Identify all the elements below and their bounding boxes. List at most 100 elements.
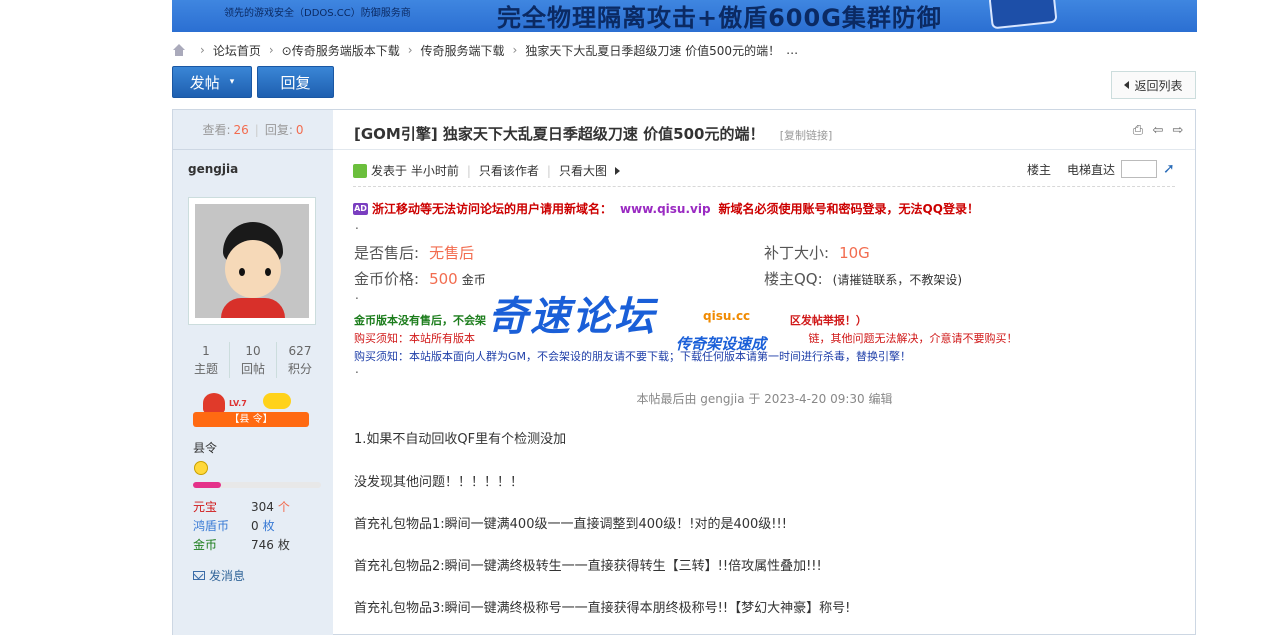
spec-label: 楼主QQ: [764, 270, 823, 288]
currency-row: 鸿盾币 0 枚 [193, 516, 323, 535]
copy-link-button[interactable]: [复制链接] [780, 129, 833, 142]
currency-row: 元宝 304 个 [193, 497, 323, 516]
currency-list: 元宝 304 个 鸿盾币 0 枚 金币 746 枚 [193, 497, 323, 554]
spec-value: 500 [429, 270, 458, 288]
currency-name: 鸿盾币 [193, 519, 230, 533]
breadcrumb-current-thread[interactable]: 独家天下大乱夏日季超级刀速 价值500元的端！ [525, 42, 780, 59]
banner-small-text: 领先的游戏安全（DDOS.CC）防御服务商 [224, 8, 411, 19]
reply-button[interactable]: 回复 [257, 66, 334, 98]
user-stats: 1 主题 10 回帖 627 积分 [183, 342, 323, 378]
back-to-list-label: 返回列表 [1134, 78, 1183, 93]
stat-value: 10 [245, 344, 261, 358]
notice-text: 购买须知：本站所有版本 [354, 332, 475, 345]
spec-owner-qq: 楼主QQ: (请摧链联系，不教架设) [764, 268, 962, 289]
stats-divider: | [254, 122, 259, 137]
post-body-line: 没发现其他问题！！！！！！ [354, 475, 524, 490]
ad-text: 浙江移动等无法访问论坛的用户请用新域名： [372, 202, 613, 216]
title-divider [333, 149, 1195, 150]
stat-label: 回帖 [240, 362, 265, 376]
banner-logo-icon [988, 0, 1058, 30]
title-actions: ⎙ ⇦ ⇨ [1131, 124, 1185, 138]
watermark-domain: qisu.cc [703, 309, 751, 323]
spec-label: 补丁大小: [764, 244, 830, 262]
posted-time: 发表于 半小时前 [371, 164, 459, 178]
breadcrumb-separator: › [512, 43, 518, 57]
stat-topics[interactable]: 1 主题 [183, 342, 230, 378]
new-post-button[interactable]: 发帖 ▾ [172, 66, 252, 98]
spec-patch-size: 补丁大小: 10G [764, 242, 870, 263]
next-thread-icon[interactable]: ⇨ [1171, 124, 1185, 138]
stat-points[interactable]: 627 积分 [277, 342, 323, 378]
views-label: 查看: [202, 123, 231, 137]
print-icon[interactable]: ⎙ [1131, 124, 1145, 138]
mail-icon [193, 571, 205, 580]
ad-tag-icon: AD [353, 202, 368, 215]
currency-unit: 枚 [262, 519, 275, 533]
avatar[interactable] [188, 197, 316, 325]
send-message-link[interactable]: 发消息 [193, 567, 245, 584]
rank-level: LV.7 [229, 399, 247, 408]
rank-coin-icon [263, 393, 291, 409]
stat-value: 1 [202, 344, 210, 358]
stat-label: 积分 [287, 362, 312, 376]
domain-notice[interactable]: AD 浙江移动等无法访问论坛的用户请用新域名： www.qisu.vip 新域名… [353, 200, 979, 217]
breadcrumb-ellipsis: … [786, 43, 799, 57]
breadcrumb-server-download[interactable]: 传奇服务端下载 [421, 42, 505, 59]
smiley-icon [194, 461, 208, 475]
spec-value: 10G [839, 244, 870, 262]
arrow-right-icon [614, 166, 620, 175]
dot-separator: . [355, 218, 359, 232]
rank-title: 县令 [193, 441, 218, 455]
currency-unit: 枚 [277, 538, 290, 552]
large-image-link[interactable]: 只看大图 [559, 162, 607, 179]
currency-value: 746 [251, 537, 274, 552]
dashed-divider [353, 186, 1175, 187]
author-username[interactable]: gengjia [188, 162, 238, 176]
rank-progress-bar [193, 482, 321, 488]
post-title: [GOM引擎] 独家天下大乱夏日季超级刀速 价值500元的端！ [复制链接] [354, 123, 832, 144]
edited-note: 本帖最后由 gengjia 于 2023-4-20 09:30 编辑 [636, 392, 893, 406]
breadcrumb-version-download[interactable]: ⊙传奇服务端版本下载 [282, 42, 400, 59]
rank-mascot-icon [203, 393, 225, 413]
rank-badge: 【县 令】 [193, 412, 309, 427]
spec-label: 是否售后: [354, 244, 420, 262]
notice-text: 链，其他问题无法解决，介意请不要购买！ [808, 332, 1018, 345]
notice-text: 区发帖举报！） [789, 314, 867, 327]
top-banner-ad[interactable]: 领先的游戏安全（DDOS.CC）防御服务商 完全物理隔离攻击+傲盾600G集群防… [172, 0, 1197, 32]
author-only-link[interactable]: 只看该作者 [479, 162, 539, 179]
post-body-line: 1.如果不自动回收QF里有个检测没加 [354, 432, 567, 447]
breadcrumb-forum-home[interactable]: 论坛首页 [213, 42, 261, 59]
watermark-title: 奇速论坛 [488, 294, 656, 340]
breadcrumb-separator: › [407, 43, 413, 57]
views-count: 26 [233, 122, 249, 137]
ad-url[interactable]: www.qisu.vip [620, 202, 711, 216]
stat-value: 627 [288, 344, 312, 358]
arrow-left-icon [1124, 81, 1130, 89]
watermark-subtitle: 传奇架设速成 [676, 335, 767, 353]
floor-owner-label: 楼主 [1026, 162, 1051, 177]
stat-label: 主题 [193, 362, 218, 376]
post-title-text: [GOM引擎] 独家天下大乱夏日季超级刀速 价值500元的端！ [354, 125, 765, 143]
meta-divider: | [546, 163, 551, 178]
avatar-image [195, 204, 309, 318]
post-content: [GOM引擎] 独家天下大乱夏日季超级刀速 价值500元的端！ [复制链接] ⎙… [333, 109, 1196, 635]
home-icon[interactable] [172, 44, 186, 56]
back-to-list-button[interactable]: 返回列表 [1111, 71, 1196, 99]
prev-thread-icon[interactable]: ⇦ [1151, 124, 1165, 138]
notice-text: 金币版本没有售后，不会架 [354, 314, 486, 327]
breadcrumb: › 论坛首页 › ⊙传奇服务端版本下载 › 传奇服务端下载 › 独家天下大乱夏日… [172, 42, 798, 58]
jump-go-icon[interactable]: ➚ [1163, 162, 1175, 176]
currency-name: 金币 [193, 538, 218, 552]
floor-jump: 楼主 电梯直达 ➚ [1027, 160, 1175, 178]
breadcrumb-separator: › [268, 43, 274, 57]
spec-note: (请摧链联系，不教架设) [832, 273, 963, 287]
spec-value: 无售后 [429, 244, 475, 262]
floor-number-input[interactable] [1121, 160, 1157, 178]
reply-label: 回复 [280, 73, 311, 92]
stat-replies[interactable]: 10 回帖 [230, 342, 277, 378]
spec-unit: 金币 [461, 273, 486, 287]
post-body-line: 首充礼包物品1:瞬间一键满400级一一直接调整到400级！!对的是400级!!! [354, 517, 787, 532]
spec-label: 金币价格: [354, 270, 420, 288]
post-body-line: 首充礼包物品3:瞬间一键满终极称号一一直接获得本朋终极称号!!【梦幻大神豪】称号… [354, 601, 851, 616]
currency-name: 元宝 [193, 500, 218, 514]
